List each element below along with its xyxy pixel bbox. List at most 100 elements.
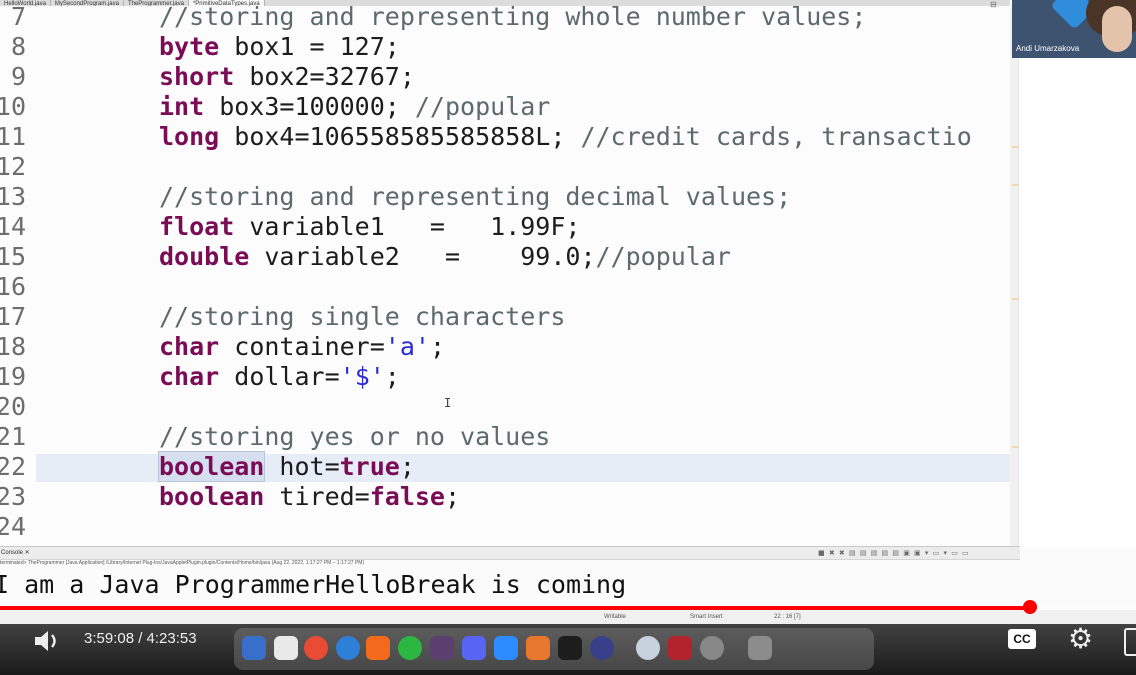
code-line[interactable]: 8 byte box1 = 127; [0,32,1018,62]
sublime-icon[interactable] [526,636,550,660]
code-line[interactable]: 22 boolean hot=true; [0,451,1018,482]
time-display: 3:59:08 / 4:23:53 [84,630,197,647]
safari-icon[interactable] [336,636,360,660]
code-token: boolean [159,482,265,511]
line-number: 8 [10,32,26,61]
code-text: double variable2 = 99.0;//popular [159,242,731,272]
line-number: 7 [10,6,26,31]
code-text: //storing single characters [159,302,565,332]
line-number: 21 [0,422,26,451]
code-token: box2=32767; [234,62,415,91]
line-number: 15 [0,242,26,271]
finder-icon[interactable] [242,636,266,660]
code-line[interactable]: 24 [0,512,1018,542]
console-tab[interactable]: Console ✕ [1,547,30,559]
ide-status-bar [0,610,1136,624]
code-line[interactable]: 13 //storing and representing decimal val… [0,182,1018,212]
code-line[interactable]: 19 char dollar='$'; [0,362,1018,392]
line-number: 14 [0,212,26,241]
code-token: false [369,482,445,511]
code-line[interactable]: 15 double variable2 = 99.0;//popular [0,242,1018,272]
acrobat-icon[interactable] [668,636,692,660]
slack-icon[interactable] [430,636,454,660]
webcam-overlay: Andi Umarzakova [1012,0,1136,58]
line-number: 12 [0,152,26,181]
macos-dock [234,628,874,670]
line-number: 23 [0,482,26,511]
code-token: ; [429,332,446,361]
code-text: //storing and representing decimal value… [159,182,791,212]
trash-icon[interactable] [748,636,772,660]
eclipse-icon[interactable] [636,636,660,660]
code-line[interactable]: 12 [0,152,1018,182]
code-line[interactable]: 16 [0,272,1018,302]
code-text: //storing yes or no values [159,422,550,452]
code-text: long box4=106558585585858L; //credit car… [159,122,972,152]
line-number: 20 [0,392,26,421]
code-line[interactable]: 10 int box3=100000; //popular [0,92,1018,122]
code-token: variable1 = 1.99F; [234,212,581,241]
text-cursor: I [444,396,452,410]
code-text: char dollar='$'; [159,362,400,392]
code-token: //storing single characters [159,302,566,331]
progress-scrubber[interactable] [1023,600,1037,614]
progress-fill [0,606,1030,610]
zoom-icon[interactable] [494,636,518,660]
code-token: dollar= [219,362,340,391]
console-toolbar-icons[interactable]: ■ ✖ ✖ ▤ ▤ ▤ ▤ ▤ ▣ ▣ ▾ ▭ ▾ ▭ ▭ [818,549,970,557]
code-line[interactable]: 21 //storing yes or no values [0,422,1018,452]
status-insert-mode: Smart Insert [690,614,723,620]
line-number: 9 [10,62,26,91]
video-frame[interactable]: HelloWorld.java MySecondProgram.java The… [0,0,1136,675]
code-token: ; [384,362,400,391]
theater-mode-icon[interactable] [1124,628,1136,656]
captions-button[interactable]: CC [1008,629,1036,649]
code-token: //storing and representing decimal value… [159,182,792,211]
code-line[interactable]: 9 short box2=32767; [0,62,1018,92]
firefox-icon[interactable] [366,636,390,660]
line-number: 22 [0,452,26,481]
calendar-icon[interactable] [274,636,298,660]
discord-icon[interactable] [462,636,486,660]
code-token: ; [444,482,461,511]
code-token: box1 = 127; [219,32,400,61]
code-token: //credit cards, transactio [580,122,972,151]
line-number: 10 [0,92,26,121]
code-token: //popular [414,92,551,121]
code-line[interactable]: 23 boolean tired=false; [0,482,1018,512]
presenter-face [1102,6,1132,52]
whatsapp-icon[interactable] [398,636,422,660]
line-number: 11 [0,122,26,151]
chrome-icon[interactable] [304,636,328,660]
line-number: 24 [0,512,26,541]
code-token: long [159,122,220,151]
code-line[interactable]: 11 long box4=106558585585858L; //credit c… [0,122,1018,152]
code-token: box3=100000; [204,92,415,121]
code-token: char [159,362,220,391]
code-token: container= [219,332,385,361]
console-toolbar: Console ✕ ■ ✖ ✖ ▤ ▤ ▤ ▤ ▤ ▣ ▣ ▾ ▭ ▾ ▭ ▭ [0,546,1020,560]
preview-icon[interactable] [700,636,724,660]
settings-gear-icon[interactable]: ⚙ [1068,622,1093,655]
line-number: 16 [0,272,26,301]
code-token: '$' [339,362,385,391]
volume-icon[interactable] [32,627,62,655]
code-editor[interactable]: 7 //storing and representing whole number… [0,6,1018,546]
code-line[interactable]: 14 float variable1 = 1.99F; [0,212,1018,242]
line-number: 13 [0,182,26,211]
code-line[interactable]: 18 char container='a'; [0,332,1018,362]
code-token: tired= [264,482,370,511]
code-token: hot= [264,452,340,481]
code-line[interactable]: 17 //storing single characters [0,302,1018,332]
code-token: double [159,242,250,271]
window-controls-icon: ⊟ [990,0,997,9]
code-token: boolean [157,451,266,482]
presenter-name: Andi Umarzakova [1016,44,1080,53]
code-line[interactable]: 20 [0,392,1018,422]
code-token: short [159,62,235,91]
vpn-icon[interactable] [590,636,614,660]
line-number: 18 [0,332,26,361]
terminal-icon[interactable] [558,636,582,660]
console-output: I am a Java ProgrammerHelloBreak is comi… [0,570,627,599]
code-line[interactable]: 7 //storing and representing whole number… [0,6,1018,32]
